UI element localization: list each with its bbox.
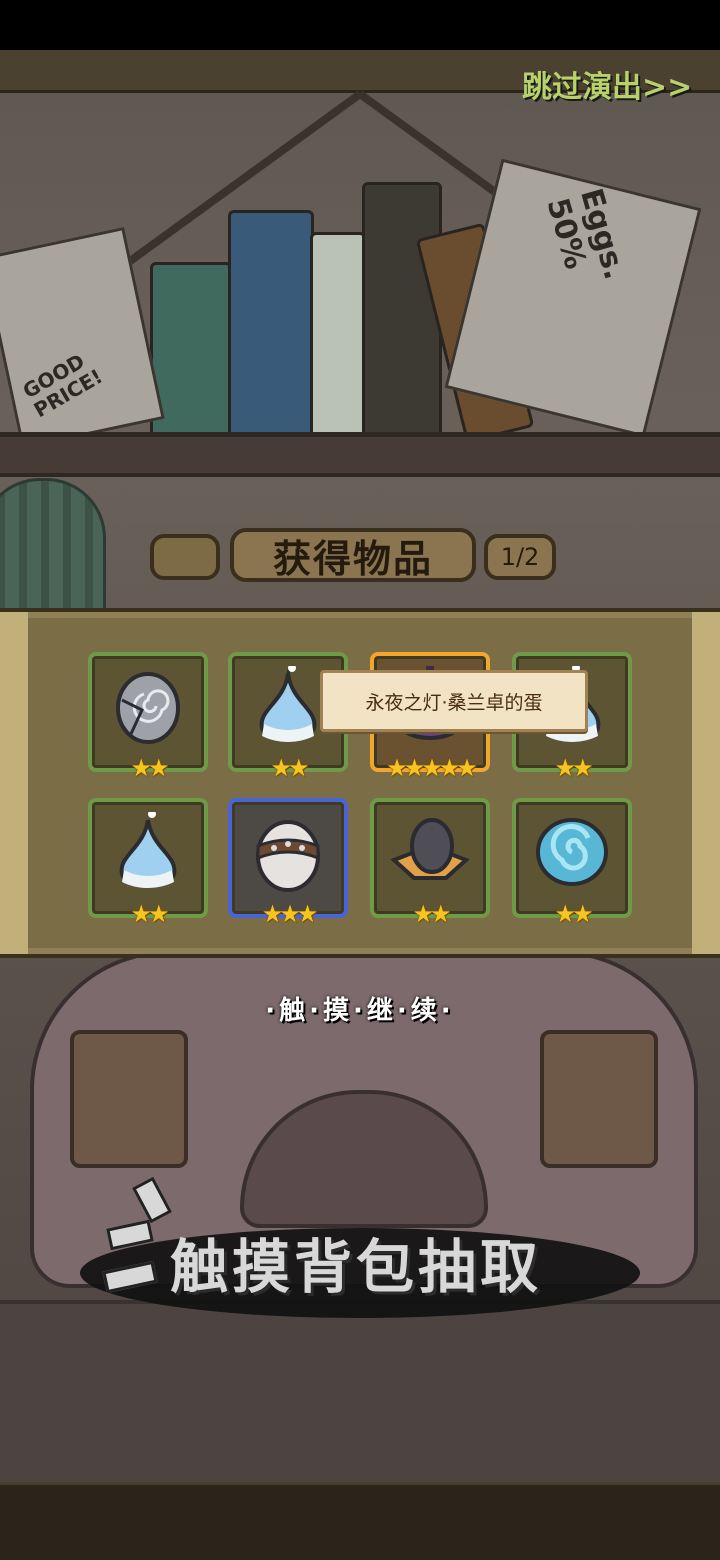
touch-backpack-prompt[interactable]: 触摸背包抽取	[170, 1220, 542, 1304]
blue-drop-egg-icon	[259, 666, 317, 742]
title-left-cap	[150, 534, 220, 580]
panel-edge-right	[692, 612, 720, 954]
backpack-strap-right	[540, 1030, 658, 1168]
reward-title: 获得物品	[272, 535, 433, 581]
skip-animation-button[interactable]: 跳过演出>>	[522, 62, 692, 106]
title-plate: 获得物品	[230, 528, 476, 582]
bookshelf	[0, 432, 720, 477]
reward-title-bar: 获得物品 1/2	[150, 528, 570, 582]
poster-eggs-sale-text: Eggs. 50%	[539, 184, 633, 284]
dark-egg-in-leaf-icon	[390, 818, 470, 880]
rarity-stars: ★★	[554, 900, 593, 928]
page-indicator: 1/2	[484, 534, 556, 580]
item-tooltip: 永夜之灯·桑兰卓的蛋	[320, 670, 588, 732]
reward-slot-1[interactable]: ★★	[88, 652, 208, 780]
reward-slot-6[interactable]: ★★★	[228, 798, 348, 926]
poster-good-price-text: GOOD PRICE!	[18, 348, 107, 423]
book-blue	[228, 210, 314, 438]
item-tooltip-text: 永夜之灯·桑兰卓的蛋	[365, 691, 543, 714]
rarity-stars: ★★	[412, 900, 451, 928]
rarity-stars: ★★	[130, 754, 169, 782]
bottom-frame	[0, 1482, 720, 1560]
book-dark	[362, 182, 442, 438]
panel-edge-left	[0, 612, 28, 954]
shell-spiral-egg-icon	[536, 818, 608, 886]
touch-continue-hint[interactable]: ·触·摸·继·续·	[0, 990, 720, 1027]
game-scene[interactable]: GOOD PRICE! Eggs. 50% 跳过演出>> 获得物品 1/2 ★★	[0, 0, 720, 1560]
spiked-collar-egg-icon	[256, 820, 320, 892]
reward-slot-7[interactable]: ★★	[370, 798, 490, 926]
rarity-stars: ★★	[270, 754, 309, 782]
reward-slot-8[interactable]: ★★	[512, 798, 632, 926]
book-white	[310, 232, 366, 438]
floor	[0, 1300, 720, 1486]
rarity-stars: ★★	[554, 754, 593, 782]
rarity-stars: ★★★	[261, 900, 319, 928]
rarity-stars: ★★★★★	[386, 754, 478, 782]
reward-slot-5[interactable]: ★★	[88, 798, 208, 926]
rarity-stars: ★★	[130, 900, 169, 928]
status-bar-area	[0, 0, 720, 50]
blue-drop-egg-icon	[119, 812, 177, 888]
stitched-spiral-egg-icon	[116, 672, 180, 744]
backpack-strap-left	[70, 1030, 188, 1168]
